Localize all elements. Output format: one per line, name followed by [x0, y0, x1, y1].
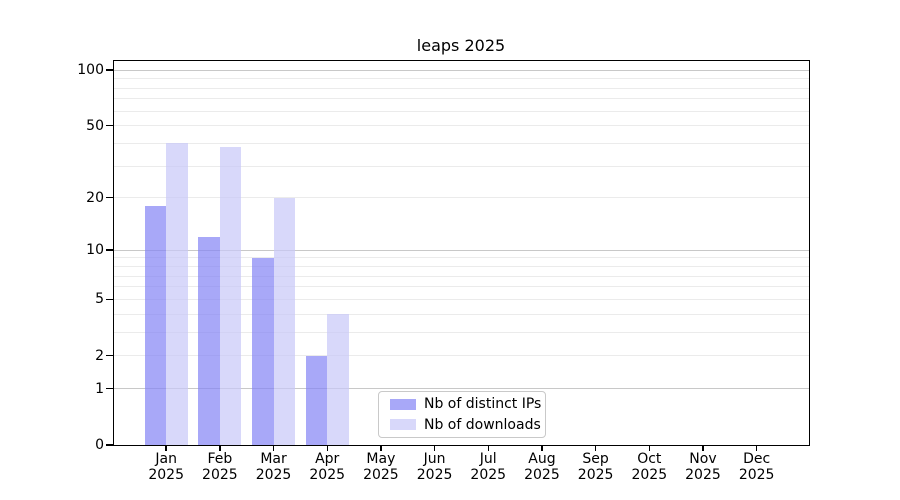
y-tick-mark [106, 444, 113, 445]
x-tick-mark [649, 446, 650, 451]
x-tick-mark [165, 446, 166, 451]
bar-distinct-ips [198, 237, 220, 445]
y-tick-label: 5 [48, 291, 104, 307]
y-gridline [113, 197, 809, 198]
y-gridline [113, 98, 809, 99]
legend-item-distinct-ips: Nb of distinct IPs [390, 396, 545, 412]
y-tick-label: 20 [48, 190, 104, 206]
x-tick-mark [434, 446, 435, 451]
x-tick-label: Dec2025 [717, 452, 797, 483]
legend: Nb of distinct IPs Nb of downloads [378, 391, 546, 438]
y-gridline [113, 78, 809, 79]
bar-downloads [220, 147, 242, 445]
y-gridline [113, 88, 809, 89]
y-tick-label: 100 [48, 62, 104, 78]
y-tick-mark [106, 69, 113, 70]
y-gridline [113, 111, 809, 112]
legend-swatch-downloads [390, 419, 416, 430]
y-tick-mark [106, 249, 113, 250]
y-gridline [113, 125, 809, 126]
x-tick-year: 2025 [717, 468, 797, 484]
x-tick-mark [595, 446, 596, 451]
x-tick-mark [702, 446, 703, 451]
x-tick-month: Dec [717, 452, 797, 468]
x-tick-mark [541, 446, 542, 451]
y-tick-mark [106, 388, 113, 389]
legend-swatch-distinct-ips [390, 399, 416, 410]
y-tick-mark [106, 355, 113, 356]
y-tick-label: 2 [48, 348, 104, 364]
chart-figure: leaps 2025 0125102050100Jan2025Feb2025Ma… [0, 0, 900, 500]
bar-downloads [166, 143, 188, 445]
x-tick-mark [488, 446, 489, 451]
legend-label-distinct-ips: Nb of distinct IPs [424, 396, 541, 412]
x-tick-mark [327, 446, 328, 451]
y-tick-label: 1 [48, 381, 104, 397]
x-tick-mark [219, 446, 220, 451]
x-tick-mark [756, 446, 757, 451]
x-tick-mark [380, 446, 381, 451]
chart-title: leaps 2025 [112, 36, 810, 55]
legend-label-downloads: Nb of downloads [424, 417, 541, 433]
x-tick-mark [273, 446, 274, 451]
bar-downloads [274, 198, 296, 445]
y-gridline [113, 166, 809, 167]
bar-distinct-ips [306, 356, 328, 445]
y-tick-label: 50 [48, 118, 104, 134]
y-tick-label: 0 [48, 437, 104, 453]
y-tick-mark [106, 125, 113, 126]
y-tick-label: 10 [48, 242, 104, 258]
y-gridline [113, 70, 809, 71]
bar-distinct-ips [145, 206, 167, 445]
y-tick-mark [106, 197, 113, 198]
bar-distinct-ips [252, 258, 274, 445]
bar-downloads [327, 314, 349, 445]
legend-item-downloads: Nb of downloads [390, 417, 545, 433]
y-gridline [113, 143, 809, 144]
y-tick-mark [106, 299, 113, 300]
